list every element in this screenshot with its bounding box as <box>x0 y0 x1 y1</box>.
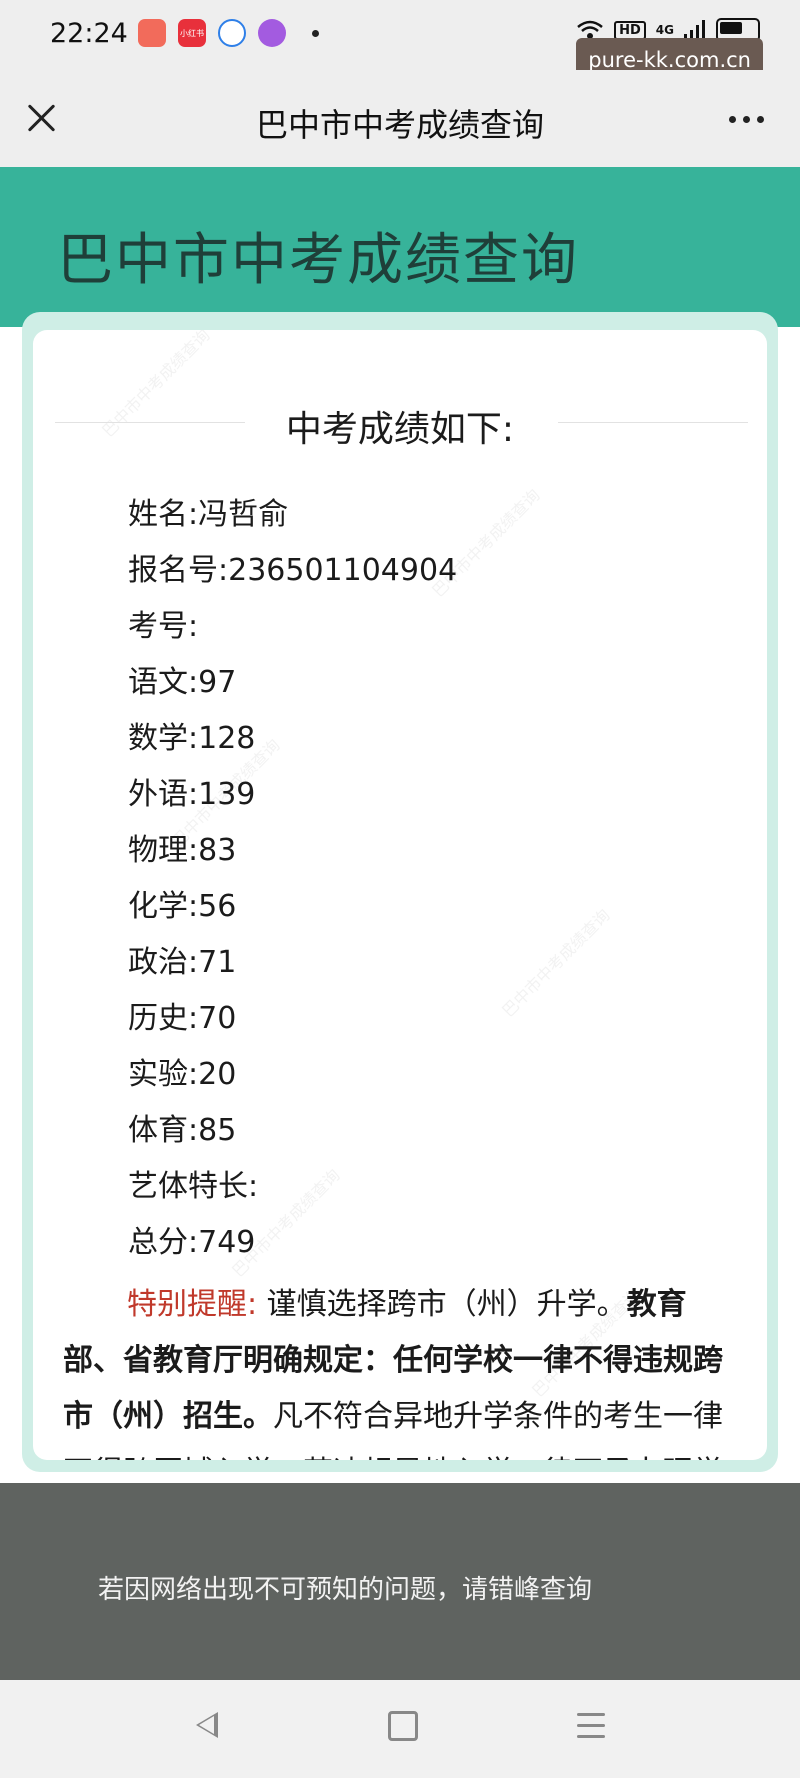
recents-icon[interactable] <box>577 1713 605 1746</box>
more-menu-icon[interactable] <box>729 116 764 123</box>
system-nav-bar <box>0 1680 800 1778</box>
page-title: 巴中市中考成绩查询 <box>57 228 579 293</box>
card-heading-row: 中考成绩如下: <box>33 400 767 450</box>
score-row-name: 姓名:冯哲俞 <box>128 497 289 532</box>
divider <box>558 422 748 423</box>
app-icon-1 <box>138 19 166 47</box>
result-card: 巴中市中考成绩查询 巴中市中考成绩查询 巴中市中考成绩查询 巴中市中考成绩查询 … <box>33 330 767 1460</box>
score-row-experiment: 实验:20 <box>128 1057 237 1092</box>
score-row-physics: 物理:83 <box>128 833 237 868</box>
score-row-registration: 报名号:236501104904 <box>128 553 458 588</box>
score-row-foreign-language: 外语:139 <box>128 777 256 812</box>
score-row-math: 数学:128 <box>128 721 256 756</box>
more-notifications-icon <box>312 29 319 37</box>
app-icon-4 <box>258 19 286 47</box>
status-bar: 22:24 小红书 HD 4G pure-kk.com.cn <box>0 0 800 82</box>
score-row-pe: 体育:85 <box>128 1113 237 1148</box>
score-row-art-specialty: 艺体特长: <box>128 1169 259 1204</box>
back-icon[interactable] <box>196 1712 218 1738</box>
score-row-chinese: 语文:97 <box>128 665 237 700</box>
hd-icon: HD <box>614 20 646 40</box>
notification-icons: 小红书 <box>138 19 319 47</box>
score-row-total: 总分:749 <box>128 1225 256 1260</box>
score-row-exam-number: 考号: <box>128 609 199 644</box>
score-row-history: 历史:70 <box>128 1001 237 1036</box>
xiaohongshu-icon: 小红书 <box>178 19 206 47</box>
background-watermark: 巴中市中考成绩查询 <box>498 905 614 1021</box>
status-time: 22:24 <box>50 18 128 49</box>
special-notice: 特别提醒: 谨慎选择跨市（州）升学。教育部、省教育厅明确规定：任何学校一律不得违… <box>63 1277 738 1460</box>
window-title: 巴中市中考成绩查询 <box>255 106 544 144</box>
home-icon[interactable] <box>388 1711 418 1741</box>
app-icon-3 <box>218 19 246 47</box>
card-heading: 中考成绩如下: <box>285 409 515 450</box>
network-label: 4G <box>655 23 674 37</box>
notice-label: 特别提醒: <box>127 1287 258 1322</box>
page-header: 巴中市中考成绩查询 <box>0 167 800 327</box>
overlay-tip: 若因网络出现不可预知的问题，请错峰查询 <box>98 1575 593 1605</box>
notice-text-1: 谨慎选择跨市（州）升学。 <box>266 1287 627 1322</box>
signal-icon <box>684 20 705 40</box>
score-list: 姓名:冯哲俞 报名号:236501104904 考号: 语文:97 数学:128… <box>128 487 457 1271</box>
title-bar: 巴中市中考成绩查询 <box>0 70 800 167</box>
score-row-chemistry: 化学:56 <box>128 889 237 924</box>
score-row-politics: 政治:71 <box>128 945 237 980</box>
